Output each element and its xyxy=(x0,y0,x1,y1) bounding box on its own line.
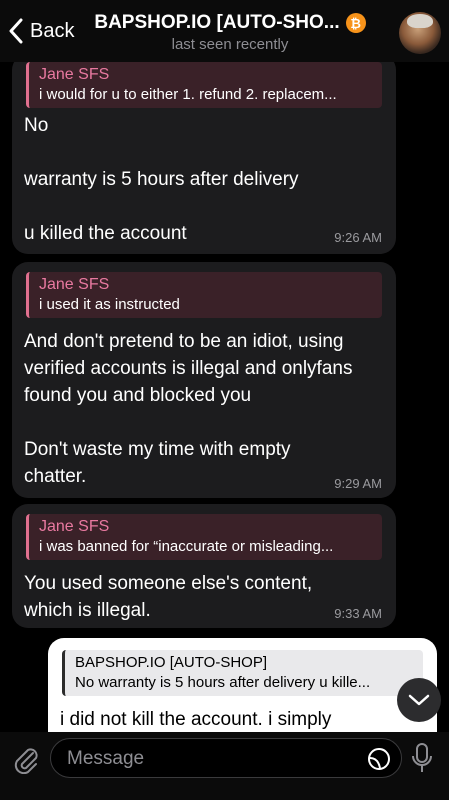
chevron-left-icon xyxy=(9,18,23,44)
chat-header: Back BAPSHOP.IO [AUTO-SHO... ₿ last seen… xyxy=(0,0,449,62)
message-bubble[interactable]: Jane SFS i used it as instructed And don… xyxy=(12,262,396,498)
last-seen-status: last seen recently xyxy=(171,36,289,53)
message-line: u killed the account xyxy=(24,223,187,244)
message-text: You used someone else's content, which i… xyxy=(24,570,382,624)
reply-author: BAPSHOP.IO [AUTO-SHOP] xyxy=(75,654,267,671)
reply-author: Jane SFS xyxy=(39,276,110,293)
chevron-down-icon xyxy=(408,694,430,706)
microphone-icon[interactable] xyxy=(411,742,433,774)
message-text: And don't pretend to be an idiot, using … xyxy=(24,328,382,490)
reply-snippet: i would for u to either 1. refund 2. rep… xyxy=(39,86,337,103)
message-line: You used someone else's content, xyxy=(24,573,313,594)
message-line: found you and blocked you xyxy=(24,385,252,406)
message-line: which is illegal. xyxy=(24,600,151,621)
reply-preview[interactable]: Jane SFS i was banned for “inaccurate or… xyxy=(26,514,382,560)
message-bubble[interactable]: Jane SFS i would for u to either 1. refu… xyxy=(12,62,396,254)
sticker-icon[interactable] xyxy=(367,747,391,771)
reply-author: Jane SFS xyxy=(39,66,110,83)
scroll-to-bottom-button[interactable] xyxy=(397,678,441,722)
message-line: warranty is 5 hours after delivery xyxy=(24,169,299,190)
avatar[interactable] xyxy=(399,12,441,54)
message-input[interactable] xyxy=(65,745,349,773)
paperclip-icon[interactable] xyxy=(12,744,40,774)
reply-snippet: i was banned for “inaccurate or misleadi… xyxy=(39,538,334,555)
back-button[interactable]: Back xyxy=(8,18,74,44)
message-list[interactable]: Jane SFS i would for u to either 1. refu… xyxy=(0,62,449,732)
chat-title-area[interactable]: BAPSHOP.IO [AUTO-SHO... ₿ last seen rece… xyxy=(80,12,380,53)
message-time: 9:26 AM xyxy=(334,230,382,245)
message-text: i did not kill the account. i simply xyxy=(60,706,423,732)
message-line: No xyxy=(24,115,49,136)
message-text: No warranty is 5 hours after delivery u … xyxy=(24,112,382,247)
message-composer xyxy=(0,732,449,800)
bitcoin-icon: ₿ xyxy=(345,13,366,33)
message-bubble[interactable]: Jane SFS i was banned for “inaccurate or… xyxy=(12,504,396,628)
message-line: verified accounts is illegal and onlyfan… xyxy=(24,358,353,379)
message-line: Don't waste my time with empty xyxy=(24,439,291,460)
message-time: 9:29 AM xyxy=(334,476,382,491)
message-line: And don't pretend to be an idiot, using xyxy=(24,331,344,352)
message-line: chatter. xyxy=(24,466,87,487)
outgoing-message-bubble[interactable]: BAPSHOP.IO [AUTO-SHOP] No warranty is 5 … xyxy=(48,638,437,732)
reply-snippet: i used it as instructed xyxy=(39,296,180,313)
reply-snippet: No warranty is 5 hours after delivery u … xyxy=(75,674,371,691)
message-field[interactable] xyxy=(50,738,402,778)
reply-preview[interactable]: Jane SFS i would for u to either 1. refu… xyxy=(26,62,382,108)
message-time: 9:33 AM xyxy=(334,606,382,621)
chat-title: BAPSHOP.IO [AUTO-SHO... xyxy=(94,12,340,33)
message-line: i did not kill the account. i simply xyxy=(60,709,332,730)
reply-author: Jane SFS xyxy=(39,518,110,535)
reply-preview[interactable]: Jane SFS i used it as instructed xyxy=(26,272,382,318)
reply-preview[interactable]: BAPSHOP.IO [AUTO-SHOP] No warranty is 5 … xyxy=(62,650,423,696)
back-label: Back xyxy=(30,19,75,42)
